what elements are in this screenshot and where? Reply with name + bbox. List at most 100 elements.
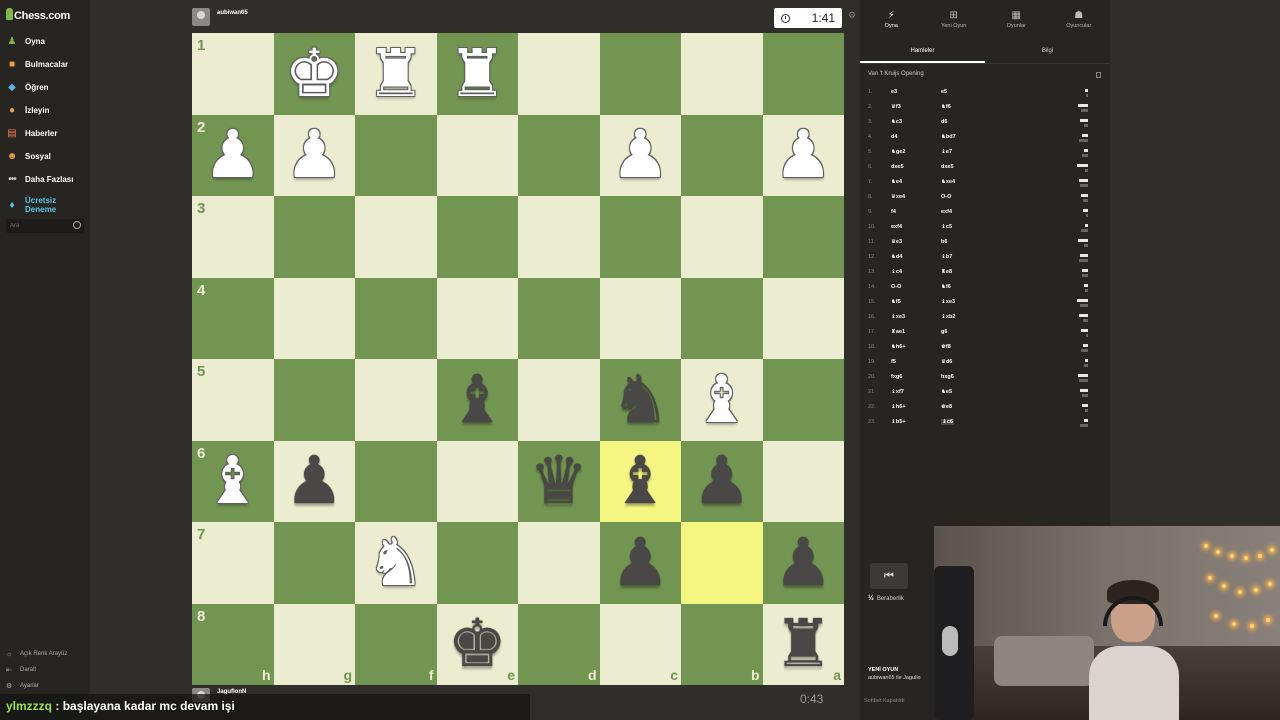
square-h8[interactable]: 8h <box>192 603 274 685</box>
book-icon[interactable] <box>1096 72 1101 78</box>
board-settings-icon[interactable]: ⚙ <box>848 10 856 21</box>
white-move[interactable]: dxe5 <box>891 164 904 170</box>
square-c8[interactable]: c <box>599 603 681 685</box>
black-move[interactable]: b6 <box>941 239 947 245</box>
black-move[interactable]: ♝xb2 <box>941 314 955 320</box>
opening-name[interactable]: Van 't Kruijs Opening <box>868 71 924 77</box>
sidebar-item-puzzles[interactable]: ■ Bulmacalar <box>0 53 90 76</box>
white-king-icon[interactable]: ♚ <box>274 33 356 115</box>
square-f7[interactable]: ♞ <box>355 522 437 604</box>
tab-games[interactable]: ▦ Oyunlar <box>985 10 1048 38</box>
square-g1[interactable]: ♚ <box>273 33 356 115</box>
black-bishop-icon[interactable]: ♝ <box>437 359 519 441</box>
white-move[interactable]: e3 <box>891 89 897 95</box>
white-move[interactable]: ♝xe3 <box>891 314 905 320</box>
square-e1[interactable]: ♜ <box>436 33 519 115</box>
white-move[interactable]: f4 <box>891 209 896 215</box>
square-b4[interactable] <box>681 277 763 359</box>
black-pawn-icon[interactable]: ♟ <box>681 441 763 523</box>
white-move[interactable]: exf4 <box>891 224 902 230</box>
subtab-moves[interactable]: Hamleler <box>860 42 985 63</box>
square-b6[interactable]: ♟ <box>681 440 763 523</box>
square-c5[interactable]: ♞ <box>599 359 682 441</box>
white-move[interactable]: ♝c4 <box>891 269 902 275</box>
square-g5[interactable] <box>273 359 355 441</box>
square-c7[interactable]: ♟ <box>599 522 682 604</box>
square-c2[interactable]: ♟ <box>599 114 682 197</box>
square-a8[interactable]: a ♜ <box>762 603 845 686</box>
white-move[interactable]: ♞c3 <box>891 119 902 125</box>
sidebar-item-free-trial[interactable]: ♦ Ücretsiz Deneme <box>0 191 90 219</box>
black-move[interactable]: ♞f6 <box>941 284 951 290</box>
square-a7[interactable]: ♟ <box>762 522 844 604</box>
square-e2[interactable] <box>436 114 518 196</box>
white-move[interactable]: ♞e4 <box>891 179 902 185</box>
sidebar-item-news[interactable]: ▤ Haberler <box>0 122 90 145</box>
subtab-info[interactable]: Bilgi <box>985 42 1110 63</box>
black-move[interactable]: g6 <box>941 329 947 335</box>
search-box[interactable] <box>6 219 84 233</box>
black-pawn-icon[interactable]: ♟ <box>600 522 682 604</box>
black-move[interactable]: ♞bd7 <box>941 134 956 140</box>
white-move[interactable]: ♞d4 <box>891 254 902 260</box>
square-a4[interactable] <box>762 277 844 359</box>
white-move[interactable]: d4 <box>891 134 897 140</box>
square-b1[interactable] <box>681 33 763 115</box>
white-pawn-icon[interactable]: ♟ <box>600 115 682 197</box>
square-c3[interactable] <box>599 196 681 278</box>
collapse-button[interactable]: ⇤ Daralt <box>6 662 67 678</box>
black-move[interactable]: ♝c5 <box>941 224 952 230</box>
sidebar-item-watch[interactable]: ● İzleyin <box>0 99 90 122</box>
black-move[interactable]: hxg6 <box>941 374 954 380</box>
black-move[interactable]: ♝xe3 <box>941 299 955 305</box>
square-e4[interactable] <box>436 277 518 359</box>
square-e5[interactable]: ♝ <box>436 359 519 441</box>
white-move[interactable]: ♛f3 <box>891 104 901 110</box>
sidebar-item-social[interactable]: ☻ Sosyal <box>0 145 90 168</box>
square-a6[interactable] <box>762 440 844 522</box>
tab-players[interactable]: ☗ Oyuncular <box>1048 10 1111 38</box>
square-a3[interactable] <box>762 196 844 278</box>
black-move[interactable]: ♞e5 <box>941 389 952 395</box>
square-a2[interactable]: ♟ <box>762 114 844 196</box>
square-f6[interactable] <box>355 440 437 522</box>
white-rook-icon[interactable]: ♜ <box>437 33 519 115</box>
white-move[interactable]: f5 <box>891 359 896 365</box>
square-h6[interactable]: 6 ♝ <box>192 440 274 523</box>
tab-play[interactable]: ⚡ Oyna <box>860 10 923 38</box>
white-move[interactable]: fxg6 <box>891 374 902 380</box>
square-b2[interactable] <box>681 114 763 196</box>
black-knight-icon[interactable]: ♞ <box>600 359 682 441</box>
black-bishop-icon[interactable]: ♝ <box>600 441 682 523</box>
black-move[interactable]: O-O <box>941 194 951 200</box>
square-d2[interactable] <box>518 114 600 196</box>
black-move[interactable]: ♜e8 <box>941 269 952 275</box>
white-move[interactable]: ♞ge2 <box>891 149 905 155</box>
square-h3[interactable]: 3 <box>192 196 274 278</box>
avatar[interactable] <box>192 8 210 26</box>
search-input[interactable] <box>10 223 70 229</box>
square-g4[interactable] <box>273 277 355 359</box>
black-rook-icon[interactable]: ♜ <box>763 604 845 686</box>
square-b7[interactable] <box>681 522 763 604</box>
white-bishop-icon[interactable]: ♝ <box>681 359 763 441</box>
square-h7[interactable]: 7 <box>192 522 274 604</box>
black-move[interactable]: ♝e7 <box>941 149 952 155</box>
white-pawn-icon[interactable]: ♟ <box>274 115 356 197</box>
square-f1[interactable]: ♜ <box>355 33 437 115</box>
white-move[interactable]: ♝h6+ <box>891 404 906 410</box>
white-pawn-icon[interactable]: ♟ <box>192 115 274 197</box>
square-g8[interactable]: g <box>273 603 355 685</box>
white-bishop-icon[interactable]: ♝ <box>192 441 274 523</box>
settings-button[interactable]: ⚙ Ayarlar <box>6 678 67 694</box>
square-e8[interactable]: e ♚ <box>436 603 519 686</box>
square-d3[interactable] <box>518 196 600 278</box>
tab-new-game[interactable]: ⊞ Yeni Oyun <box>923 10 986 38</box>
sidebar-item-learn[interactable]: ◆ Öğren <box>0 76 90 99</box>
top-player-name[interactable]: aubiwan65 <box>217 10 248 16</box>
white-move[interactable]: ♜ae1 <box>891 329 905 335</box>
black-king-icon[interactable]: ♚ <box>437 604 519 686</box>
square-c6[interactable]: ♝ <box>599 440 682 523</box>
square-g2[interactable]: ♟ <box>273 114 356 197</box>
black-pawn-icon[interactable]: ♟ <box>274 441 356 523</box>
